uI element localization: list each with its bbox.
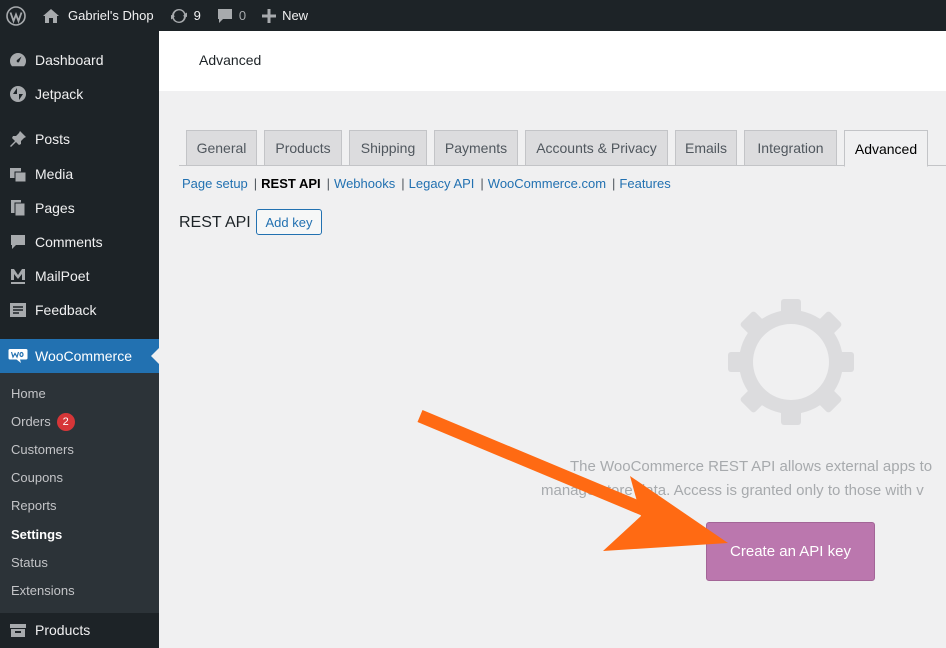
sidebar-item-dashboard[interactable]: Dashboard <box>0 43 159 77</box>
admin-bar: Gabriel's Dhop 9 0 New <box>0 0 946 31</box>
submenu-item-settings[interactable]: Settings <box>11 525 62 545</box>
section-link-woocommerce-com[interactable]: WooCommerce.com <box>488 176 606 191</box>
section-link-legacy-api[interactable]: Legacy API <box>409 176 475 191</box>
tab-advanced[interactable]: Advanced <box>844 130 928 167</box>
sidebar-item-comments[interactable]: Comments <box>0 225 159 259</box>
settings-tabs: General Products Shipping Payments Accou… <box>179 130 946 167</box>
submenu-item-extensions[interactable]: Extensions <box>11 581 75 601</box>
sidebar-item-posts[interactable]: Posts <box>0 122 159 156</box>
new-label: New <box>282 8 309 23</box>
updates-link[interactable]: 9 <box>162 0 209 31</box>
tab-emails[interactable]: Emails <box>675 130 737 166</box>
comment-icon <box>0 233 35 251</box>
tab-accounts-privacy[interactable]: Accounts & Privacy <box>525 130 668 166</box>
section-link-page-setup[interactable]: Page setup <box>182 176 248 191</box>
add-key-button[interactable]: Add key <box>256 209 322 235</box>
woocommerce-submenu: Home Orders 2 Customers Coupons Reports S… <box>0 373 159 613</box>
comments-link[interactable]: 0 <box>209 0 254 31</box>
blank-state-message: The WooCommerce REST API allows external… <box>541 458 933 499</box>
comments-count: 0 <box>238 8 247 23</box>
tab-payments[interactable]: Payments <box>434 130 518 166</box>
admin-sidebar: Dashboard Jetpack Posts Media Pages Comm… <box>0 31 159 648</box>
tab-products[interactable]: Products <box>264 130 342 166</box>
jetpack-icon <box>0 85 35 103</box>
woo-icon <box>0 348 35 364</box>
section-title: REST API <box>179 214 251 231</box>
pages-icon <box>0 199 35 217</box>
tab-general[interactable]: General <box>186 130 257 166</box>
comment-icon <box>217 8 232 23</box>
section-link-features[interactable]: Features <box>619 176 670 191</box>
submenu-item-status[interactable]: Status <box>11 553 48 573</box>
section-links: Page setup | REST API | Webhooks | Legac… <box>182 176 671 191</box>
wordpress-logo-icon[interactable] <box>0 0 34 31</box>
tab-integration[interactable]: Integration <box>744 130 837 166</box>
site-name-link[interactable]: Gabriel's Dhop <box>34 0 162 31</box>
sidebar-item-feedback[interactable]: Feedback <box>0 293 159 327</box>
submenu-item-home[interactable]: Home <box>11 384 46 404</box>
sidebar-item-jetpack[interactable]: Jetpack <box>0 77 159 111</box>
submenu-item-orders[interactable]: Orders 2 <box>11 412 75 432</box>
submenu-item-coupons[interactable]: Coupons <box>11 468 63 488</box>
products-icon <box>0 621 35 639</box>
section-link-rest-api[interactable]: REST API <box>261 176 320 191</box>
submenu-item-customers[interactable]: Customers <box>11 440 74 460</box>
tab-shipping[interactable]: Shipping <box>349 130 427 166</box>
sidebar-item-mailpoet[interactable]: MailPoet <box>0 259 159 293</box>
feedback-icon <box>0 301 35 319</box>
new-content-link[interactable]: New <box>254 0 316 31</box>
sidebar-item-products[interactable]: Products <box>0 613 159 647</box>
submenu-item-reports[interactable]: Reports <box>11 496 57 516</box>
create-api-key-button[interactable]: Create an API key <box>706 522 875 581</box>
site-name: Gabriel's Dhop <box>68 8 154 23</box>
sidebar-item-media[interactable]: Media <box>0 157 159 191</box>
updates-count: 9 <box>193 8 201 23</box>
dashboard-icon <box>0 51 35 69</box>
media-icon <box>0 165 35 183</box>
section-link-webhooks[interactable]: Webhooks <box>334 176 395 191</box>
gear-icon <box>728 299 854 425</box>
orders-count-badge: 2 <box>56 413 75 431</box>
page-header: Advanced <box>159 31 946 91</box>
pin-icon <box>0 130 35 148</box>
home-icon <box>43 8 59 23</box>
page-title: Advanced <box>199 52 262 68</box>
sidebar-item-woocommerce[interactable]: WooCommerce <box>0 339 159 373</box>
sidebar-item-pages[interactable]: Pages <box>0 191 159 225</box>
updates-icon <box>170 8 187 23</box>
mailpoet-icon <box>0 267 35 285</box>
plus-icon <box>262 8 277 23</box>
